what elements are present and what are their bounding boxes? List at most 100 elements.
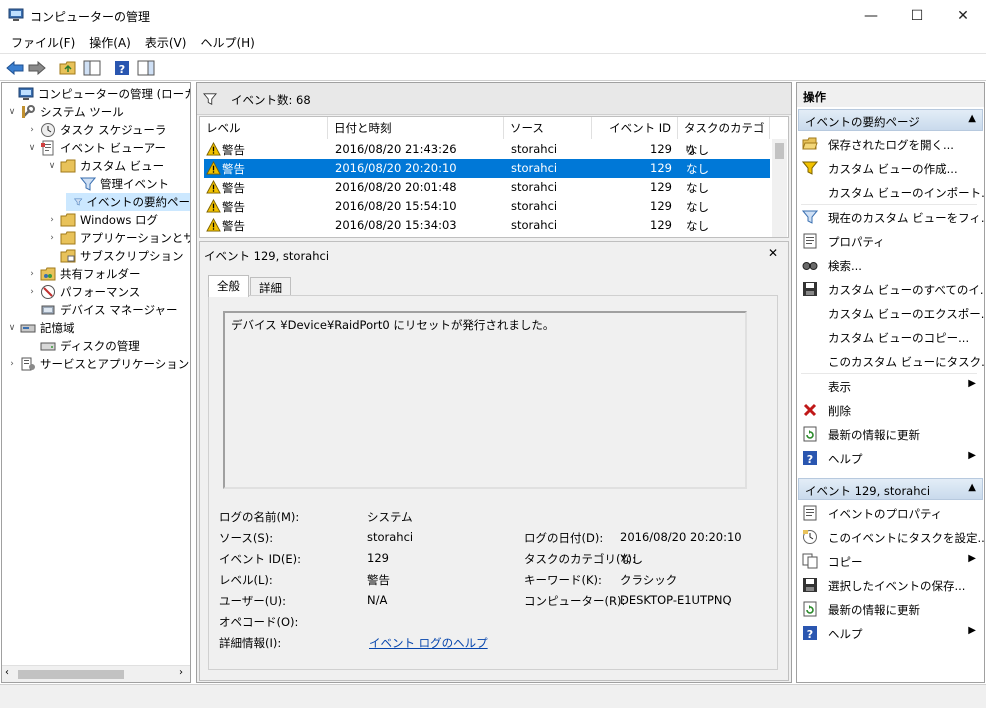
tree-item-applications-and-services[interactable]: › アプリケーションとサービ bbox=[46, 229, 190, 247]
tree-item-system-tools[interactable]: ∨ システム ツール bbox=[6, 103, 124, 121]
scrollbar-thumb[interactable] bbox=[18, 670, 124, 679]
event-id-value[interactable]: 129 bbox=[367, 551, 389, 565]
tab-general[interactable]: 全般 bbox=[208, 275, 249, 297]
menu-view[interactable]: 表示(V) bbox=[138, 34, 194, 51]
action-export-custom-view[interactable]: カスタム ビューのエクスポー... bbox=[797, 302, 984, 324]
table-row[interactable]: 警告 2016/08/20 15:34:03 storahci 129 なし bbox=[204, 216, 770, 235]
actions-section-event-129[interactable]: イベント 129, storahci ▲ bbox=[798, 478, 983, 500]
action-refresh[interactable]: 最新の情報に更新 bbox=[797, 423, 982, 445]
close-icon[interactable]: ✕ bbox=[768, 246, 778, 260]
event-log-help-link[interactable]: イベント ログのヘルプ bbox=[369, 635, 488, 651]
tree-item-computer-management[interactable]: コンピューターの管理 (ローカル) bbox=[4, 85, 190, 103]
tree-item-storage[interactable]: ∨ 記憶域 bbox=[6, 319, 75, 337]
menu-help[interactable]: ヘルプ(H) bbox=[193, 34, 261, 51]
scroll-left-icon[interactable]: ‹ bbox=[5, 667, 9, 678]
table-row[interactable]: 警告 2016/08/20 20:20:10 storahci 129 なし bbox=[204, 159, 770, 178]
action-attach-task-to-view[interactable]: このカスタム ビューにタスク... bbox=[797, 350, 984, 372]
expand-arrow-icon[interactable]: › bbox=[26, 125, 38, 135]
tree-item-device-manager[interactable]: デバイス マネージャー bbox=[26, 301, 178, 319]
expand-arrow-icon[interactable]: › bbox=[26, 269, 38, 279]
collapse-arrow-icon[interactable]: ∨ bbox=[26, 143, 38, 153]
action-find[interactable]: 検索... bbox=[797, 254, 982, 276]
computer-value[interactable]: DESKTOP-E1UTPNQ bbox=[620, 593, 732, 607]
copy-icon bbox=[802, 553, 818, 569]
action-open-saved-log[interactable]: 保存されたログを開く... bbox=[797, 133, 982, 155]
action-import-custom-view[interactable]: カスタム ビューのインポート... bbox=[797, 181, 984, 203]
tree-item-custom-views[interactable]: ∨ カスタム ビュー bbox=[46, 157, 164, 175]
action-view[interactable]: 表示 ▶ bbox=[797, 375, 982, 397]
tree-item-administrative-events[interactable]: 管理イベント bbox=[66, 175, 169, 193]
tab-details[interactable]: 詳細 bbox=[250, 277, 291, 297]
keywords-value[interactable]: クラシック bbox=[620, 572, 677, 588]
action-create-custom-view[interactable]: カスタム ビューの作成... bbox=[797, 157, 982, 179]
menu-file[interactable]: ファイル(F) bbox=[4, 34, 82, 51]
action-copy[interactable]: コピー ▶ bbox=[797, 550, 982, 572]
column-header-event-id[interactable]: イベント ID bbox=[592, 117, 678, 139]
action-refresh-event[interactable]: 最新の情報に更新 bbox=[797, 598, 982, 620]
logged-value[interactable]: 2016/08/20 20:20:10 bbox=[620, 530, 742, 544]
action-save-all-events[interactable]: カスタム ビューのすべてのイ... bbox=[797, 278, 984, 300]
menu-action[interactable]: 操作(A) bbox=[82, 34, 138, 51]
table-row[interactable]: 警告 2016/08/20 21:43:26 storahci 129 なし bbox=[204, 140, 770, 159]
log-name-label: ログの名前(M): bbox=[219, 510, 300, 524]
action-help[interactable]: ? ヘルプ ▶ bbox=[797, 447, 982, 469]
column-header-source[interactable]: ソース bbox=[504, 117, 592, 139]
collapse-icon[interactable]: ▲ bbox=[968, 113, 976, 124]
minimize-button[interactable]: — bbox=[848, 0, 894, 31]
table-row[interactable]: 警告 2016/08/20 20:01:48 storahci 129 なし bbox=[204, 178, 770, 197]
action-event-properties[interactable]: イベントのプロパティ bbox=[797, 502, 982, 524]
collapse-arrow-icon[interactable]: ∨ bbox=[6, 323, 18, 333]
tree-item-task-scheduler[interactable]: › タスク スケジューラ bbox=[26, 121, 166, 139]
tree-item-windows-logs[interactable]: › Windows ログ bbox=[46, 211, 158, 229]
forward-icon[interactable] bbox=[27, 58, 47, 78]
help-icon[interactable]: ? bbox=[112, 58, 132, 78]
submenu-arrow-icon: ▶ bbox=[968, 378, 976, 389]
log-name-value[interactable]: システム bbox=[367, 509, 413, 525]
expand-arrow-icon[interactable]: › bbox=[26, 287, 38, 297]
source-value[interactable]: storahci bbox=[367, 530, 413, 544]
collapse-arrow-icon[interactable]: ∨ bbox=[46, 161, 58, 171]
collapse-icon[interactable]: ▲ bbox=[968, 482, 976, 493]
show-hide-action-pane-icon[interactable] bbox=[136, 58, 156, 78]
tree-item-disk-management[interactable]: ディスクの管理 bbox=[26, 337, 140, 355]
scrollbar-thumb[interactable] bbox=[775, 143, 784, 159]
expand-arrow-icon[interactable]: › bbox=[46, 233, 58, 243]
action-save-selected-events[interactable]: 選択したイベントの保存... bbox=[797, 574, 982, 596]
vertical-scrollbar[interactable] bbox=[772, 139, 787, 237]
tree-item-services-and-applications[interactable]: › サービスとアプリケーション bbox=[6, 355, 189, 373]
tree-item-subscriptions[interactable]: サブスクリプション bbox=[46, 247, 184, 265]
folder-icon bbox=[60, 231, 76, 245]
table-row[interactable]: 警告 2016/08/20 15:54:10 storahci 129 なし bbox=[204, 197, 770, 216]
close-button[interactable]: ✕ bbox=[940, 0, 986, 31]
tree-item-shared-folders[interactable]: › 共有フォルダー bbox=[26, 265, 140, 283]
expand-arrow-icon[interactable]: › bbox=[6, 359, 18, 369]
column-header-level[interactable]: レベル bbox=[200, 117, 328, 139]
action-filter-current-view[interactable]: 現在のカスタム ビューをフィ... bbox=[797, 206, 984, 228]
task-category-value[interactable]: なし bbox=[620, 551, 643, 567]
tree-item-performance[interactable]: › パフォーマンス bbox=[26, 283, 140, 301]
action-attach-task-to-event[interactable]: このイベントにタスクを設定... bbox=[797, 526, 984, 548]
up-folder-icon[interactable] bbox=[58, 58, 78, 78]
show-hide-tree-icon[interactable] bbox=[82, 58, 102, 78]
actions-title: 操作 bbox=[797, 83, 984, 107]
action-copy-custom-view[interactable]: カスタム ビューのコピー... bbox=[797, 326, 982, 348]
maximize-button[interactable]: ☐ bbox=[894, 0, 940, 31]
horizontal-scrollbar[interactable]: ‹ › bbox=[2, 665, 190, 682]
action-properties[interactable]: プロパティ bbox=[797, 230, 982, 252]
expand-arrow-icon[interactable]: › bbox=[46, 215, 58, 225]
column-header-task-category[interactable]: タスクのカテゴリ bbox=[678, 117, 770, 157]
action-help-event[interactable]: ? ヘルプ ▶ bbox=[797, 622, 982, 644]
user-value[interactable]: N/A bbox=[367, 593, 387, 607]
back-icon[interactable] bbox=[5, 58, 25, 78]
column-header-date[interactable]: 日付と時刻 bbox=[328, 117, 504, 139]
level-value[interactable]: 警告 bbox=[367, 572, 390, 588]
collapse-arrow-icon[interactable]: ∨ bbox=[6, 107, 18, 117]
action-delete[interactable]: 削除 bbox=[797, 399, 982, 421]
actions-section-summary-page[interactable]: イベントの要約ページ ▲ bbox=[798, 109, 983, 131]
scroll-right-icon[interactable]: › bbox=[179, 667, 183, 678]
filter-icon bbox=[80, 177, 96, 191]
event-message[interactable]: デバイス ¥Device¥RaidPort0 にリセットが発行されました。 bbox=[223, 311, 747, 489]
submenu-arrow-icon: ▶ bbox=[968, 625, 976, 636]
tree-item-summary-page-events[interactable]: イベントの要約ペー bbox=[66, 193, 190, 211]
tree-item-event-viewer[interactable]: ∨ イベント ビューアー bbox=[26, 139, 166, 157]
